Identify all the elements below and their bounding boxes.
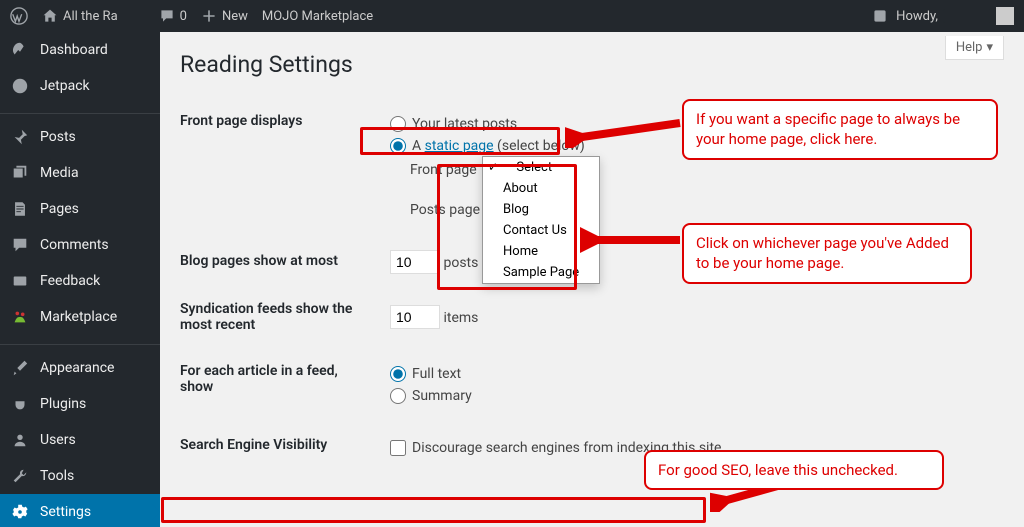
sidebar-item-plugins[interactable]: Plugins [0,386,160,422]
sidebar-item-posts[interactable]: Posts [0,119,160,155]
content-area: Help ▾ Reading Settings Front page displ… [160,32,1024,527]
radio-full-text-input[interactable] [390,366,406,382]
sidebar-item-label: Users [40,432,76,448]
radio-static-page-input[interactable] [390,138,406,154]
jetpack-icon [10,76,30,96]
radio-full-text[interactable]: Full text [390,366,994,382]
sidebar-item-label: Settings [40,504,91,520]
sidebar-item-label: Tools [40,468,74,484]
admin-sidebar: Dashboard Jetpack Posts Media Pages Comm… [0,32,160,527]
sidebar-item-label: Dashboard [40,42,108,58]
sidebar-item-media[interactable]: Media [0,155,160,191]
sidebar-item-jetpack[interactable]: Jetpack [0,68,160,104]
avatar [996,7,1014,25]
sidebar-item-label: Pages [40,201,79,217]
page-title: Reading Settings [180,42,1004,98]
sidebar-item-dashboard[interactable]: Dashboard [0,32,160,68]
dashboard-icon [10,40,30,60]
comments-link[interactable]: 0 [159,8,187,24]
blog-pages-input[interactable] [390,250,440,274]
wrench-icon [10,466,30,486]
sev-heading: Search Engine Visibility [180,422,380,474]
new-content-link[interactable]: New [201,8,248,24]
front-page-select-label: Front page [410,162,477,178]
sidebar-item-marketplace[interactable]: Marketplace [0,299,160,335]
feedback-icon [10,271,30,291]
syndication-heading: Syndication feeds show the most recent [180,286,380,348]
sidebar-item-label: Marketplace [40,309,117,325]
sidebar-item-label: Comments [40,237,109,253]
help-tab[interactable]: Help ▾ [945,36,1004,60]
wp-logo[interactable] [10,7,28,25]
new-label: New [222,9,248,24]
sidebar-item-label: Media [40,165,79,181]
sidebar-item-label: Jetpack [40,78,90,94]
front-page-heading: Front page displays [180,98,380,238]
front-page-dropdown[interactable]: — Select — About Blog Contact Us Home Sa… [482,156,600,284]
page-icon [10,199,30,219]
plug-icon [10,394,30,414]
radio-latest-posts[interactable]: Your latest posts [390,116,994,132]
sidebar-item-comments[interactable]: Comments [0,227,160,263]
blog-pages-heading: Blog pages show at most [180,238,380,286]
greeting-text: Howdy, [896,9,938,24]
notification-icon[interactable] [872,8,888,24]
radio-latest-posts-input[interactable] [390,116,406,132]
sidebar-item-pages[interactable]: Pages [0,191,160,227]
sidebar-item-label: Appearance [40,360,114,376]
username-redacted [943,9,991,23]
sidebar-item-feedback[interactable]: Feedback [0,263,160,299]
syndication-unit: items [443,310,478,326]
sidebar-item-appearance[interactable]: Appearance [0,350,160,386]
posts-page-select-label: Posts page [410,202,480,218]
sidebar-item-tools[interactable]: Tools [0,458,160,494]
radio-summary-input[interactable] [390,388,406,404]
sidebar-item-label: Feedback [40,273,100,289]
dropdown-option[interactable]: Blog [483,199,599,220]
mojo-marketplace-link[interactable]: MOJO Marketplace [262,9,373,24]
comments-count: 0 [180,9,187,24]
chevron-down-icon: ▾ [986,40,993,55]
pin-icon [10,127,30,147]
sidebar-item-settings[interactable]: Settings [0,494,160,527]
article-feed-heading: For each article in a feed, show [180,348,380,422]
dropdown-option[interactable]: — Select — [483,157,599,178]
dropdown-option[interactable]: About [483,178,599,199]
site-home-link[interactable]: All the Ra [42,8,145,24]
sev-checkbox-label[interactable]: Discourage search engines from indexing … [390,440,994,456]
dropdown-option[interactable]: Sample Page [483,262,599,283]
blog-pages-unit: posts [443,255,478,271]
admin-bar: All the Ra 0 New MOJO Marketplace Howdy, [0,0,1024,32]
brush-icon [10,358,30,378]
settings-icon [10,502,30,522]
sev-checkbox[interactable] [390,440,406,456]
marketplace-icon [10,307,30,327]
sidebar-item-label: Plugins [40,396,86,412]
sidebar-item-users[interactable]: Users [0,422,160,458]
media-icon [10,163,30,183]
radio-static-page[interactable]: A static page (select below) [390,138,994,154]
dropdown-option[interactable]: Contact Us [483,220,599,241]
comments-icon [10,235,30,255]
account-link[interactable]: Howdy, [896,7,1014,25]
sidebar-item-label: Posts [40,129,76,145]
syndication-input[interactable] [390,305,440,329]
users-icon [10,430,30,450]
radio-summary[interactable]: Summary [390,388,994,404]
site-title: All the Ra [63,9,118,24]
dropdown-option[interactable]: Home [483,241,599,262]
static-page-link[interactable]: static page [425,138,494,154]
